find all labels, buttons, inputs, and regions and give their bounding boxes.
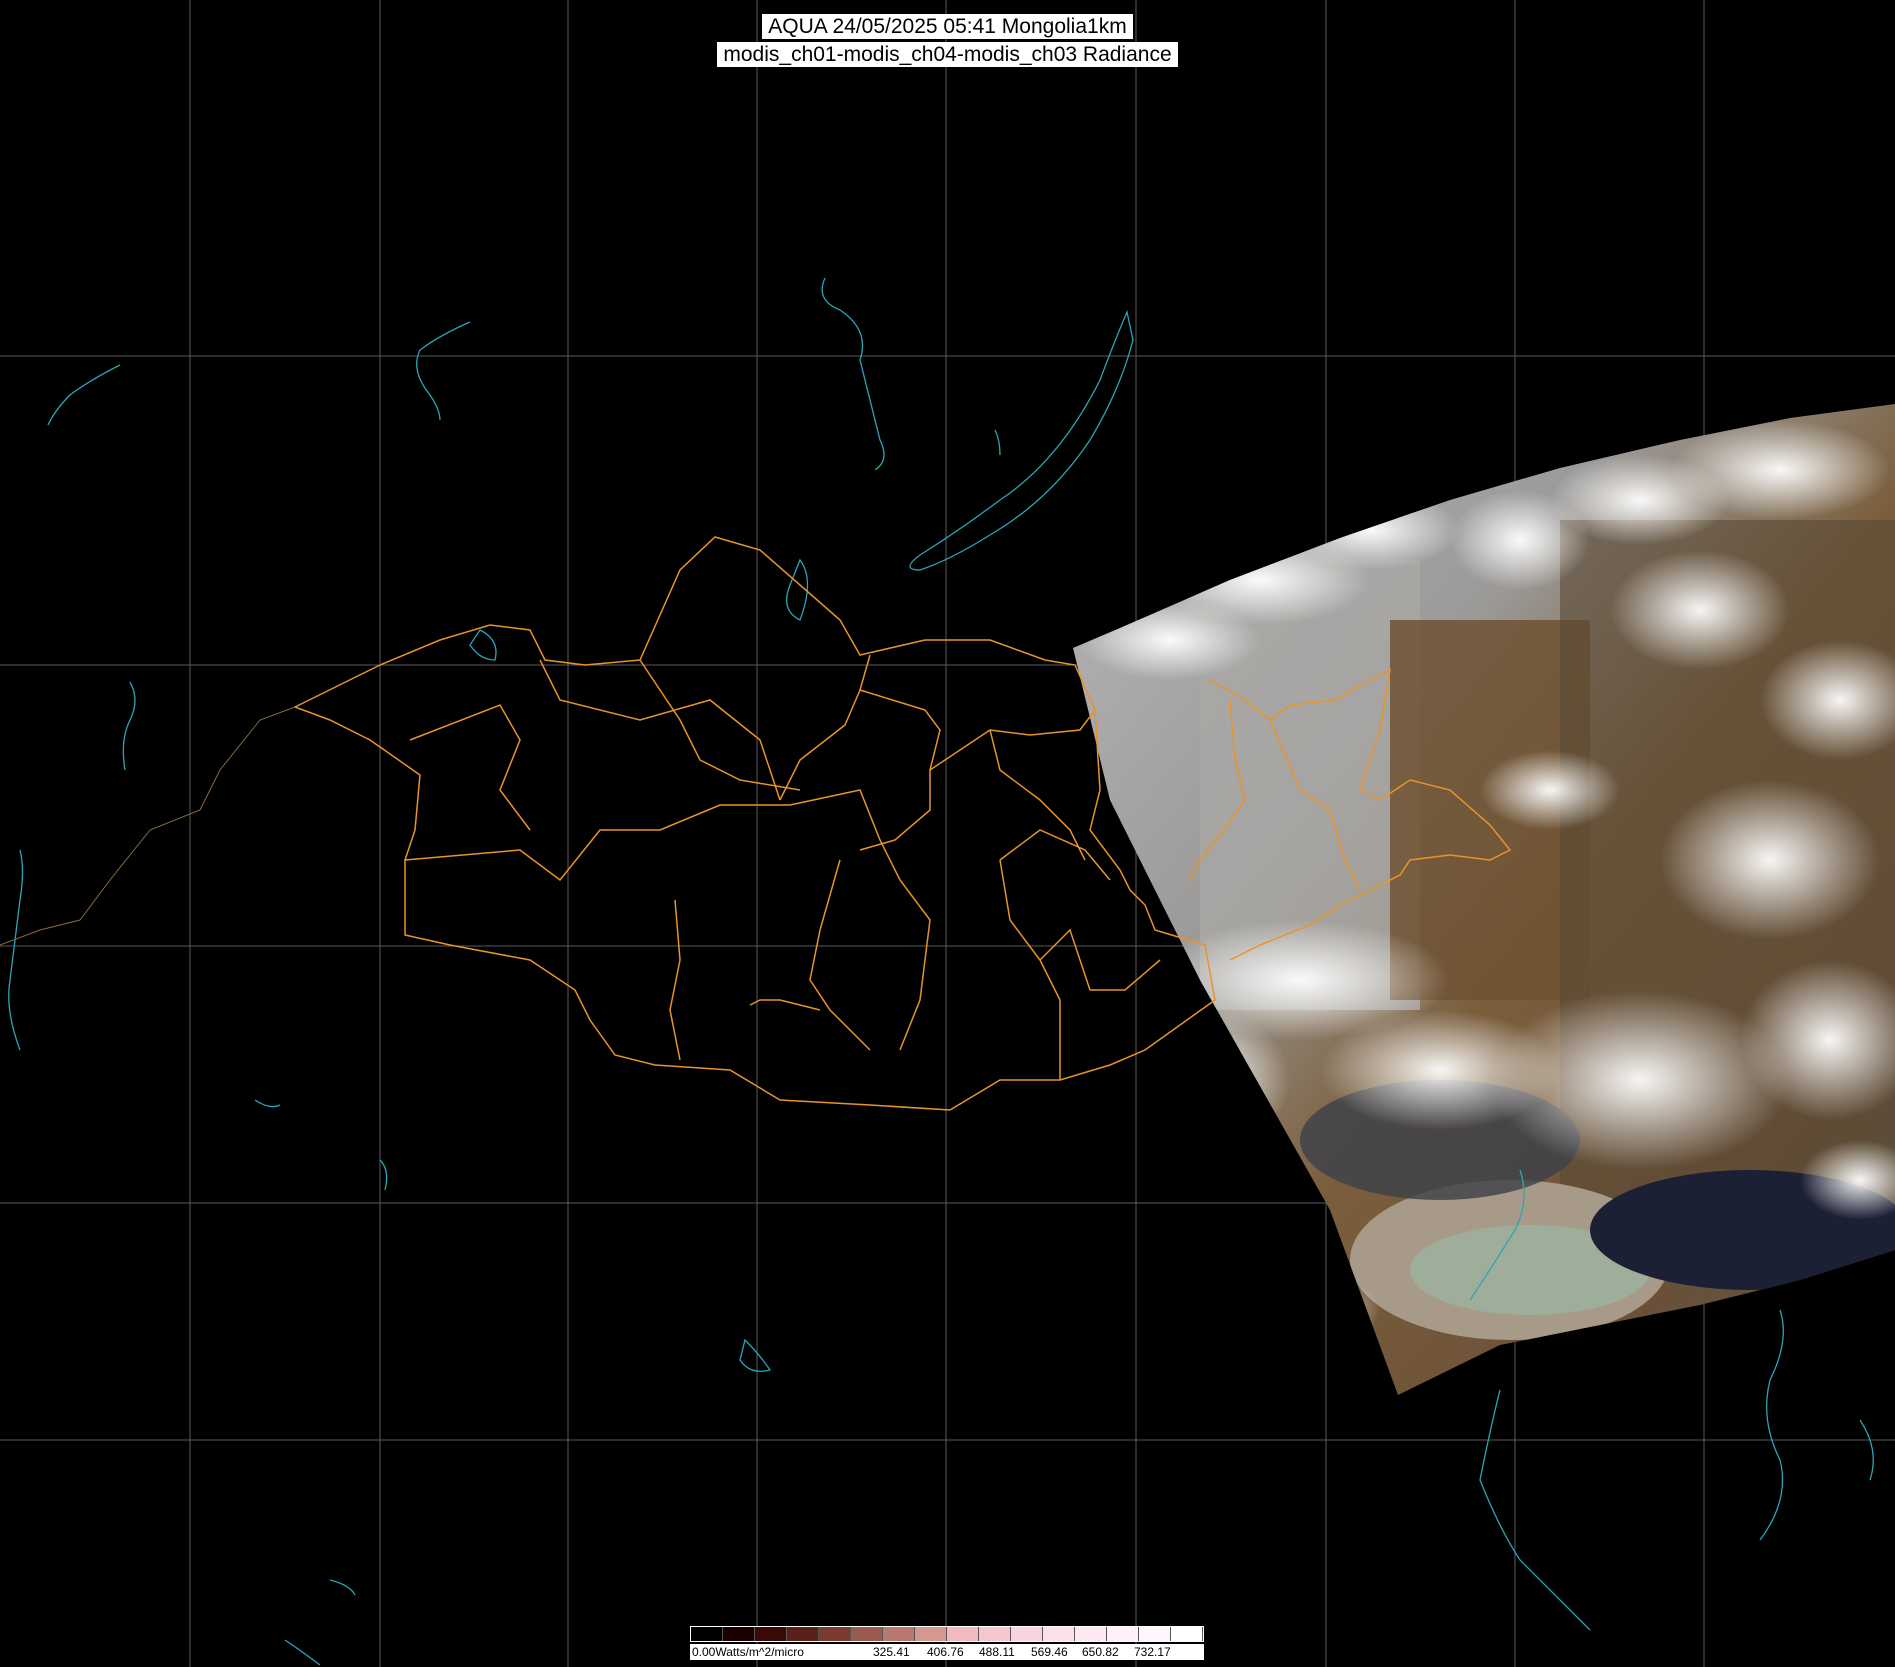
legend-swatch xyxy=(755,1627,787,1641)
legend-swatch xyxy=(851,1627,883,1641)
legend-label: 569.46 xyxy=(1031,1645,1068,1659)
legend-label-start: 0.00Watts/m^2/micro xyxy=(692,1645,804,1659)
legend-swatch xyxy=(1043,1627,1075,1641)
legend-label: 650.82 xyxy=(1082,1645,1119,1659)
legend-swatch xyxy=(883,1627,915,1641)
legend-swatch xyxy=(1171,1627,1203,1641)
legend-swatch xyxy=(915,1627,947,1641)
legend-labels: 0.00Watts/m^2/micro 325.41 406.76 488.11… xyxy=(690,1644,1204,1660)
satellite-swath xyxy=(1073,404,1895,1395)
legend-swatch xyxy=(947,1627,979,1641)
legend-swatch xyxy=(691,1627,723,1641)
legend-swatch xyxy=(1075,1627,1107,1641)
legend-swatch xyxy=(1011,1627,1043,1641)
legend-swatch xyxy=(787,1627,819,1641)
color-scale-legend: 0.00Watts/m^2/micro 325.41 406.76 488.11… xyxy=(690,1626,1204,1662)
legend-label: 488.11 xyxy=(979,1645,1015,1659)
legend-swatch xyxy=(819,1627,851,1641)
legend-label: 732.17 xyxy=(1134,1645,1171,1659)
western-boundary xyxy=(0,706,296,946)
legend-label: 325.41 xyxy=(873,1645,910,1659)
legend-swatch xyxy=(723,1627,755,1641)
legend-swatch xyxy=(1107,1627,1139,1641)
satellite-map xyxy=(0,0,1895,1667)
legend-color-bar xyxy=(690,1626,1204,1642)
legend-swatch xyxy=(1139,1627,1171,1641)
legend-swatch xyxy=(979,1627,1011,1641)
legend-label: 406.76 xyxy=(927,1645,964,1659)
